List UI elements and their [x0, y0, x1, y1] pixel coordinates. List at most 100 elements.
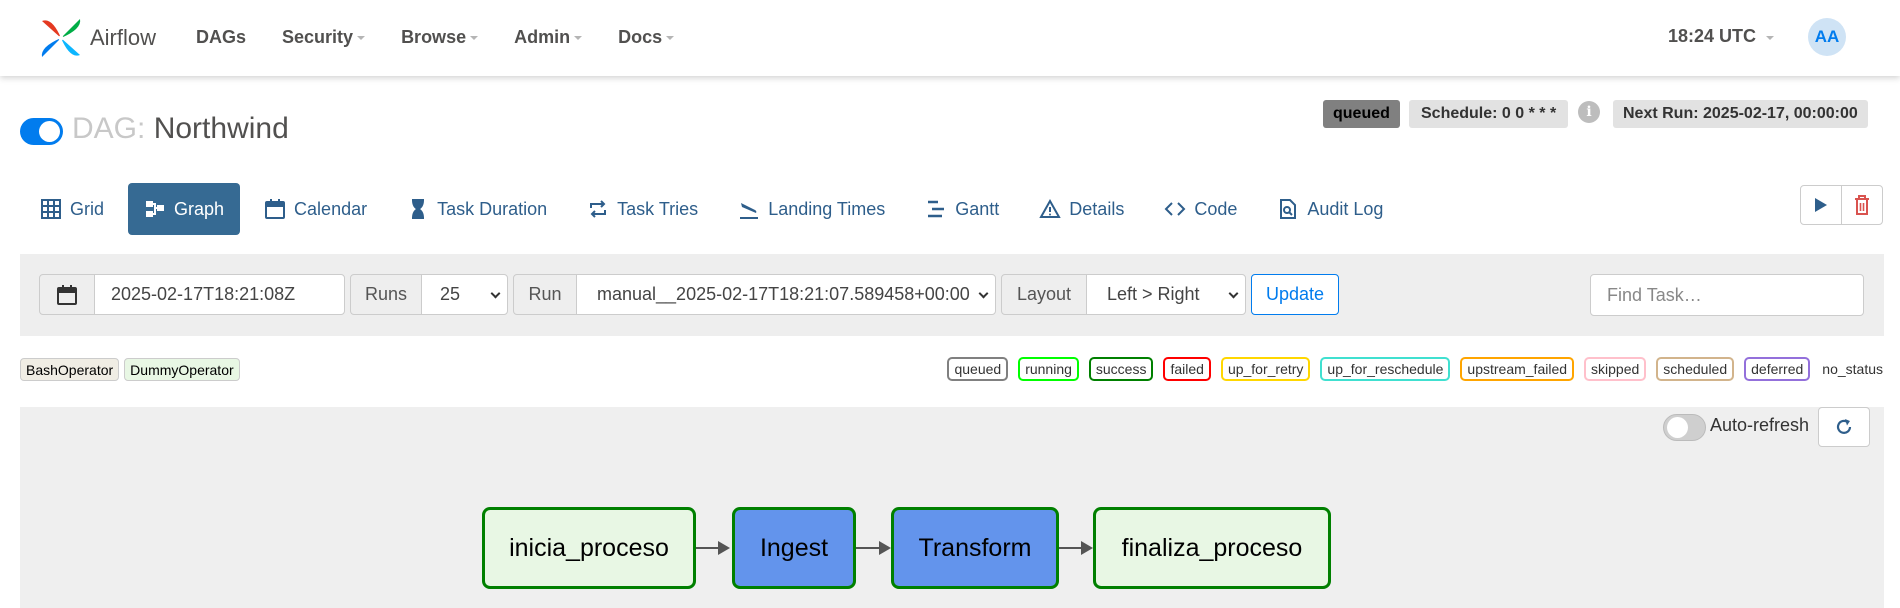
date-picker-button[interactable] — [39, 274, 95, 315]
layout-select[interactable]: Left > Right — [1086, 274, 1246, 315]
trigger-dag-button[interactable] — [1800, 185, 1842, 225]
state-queued[interactable]: queued — [947, 357, 1009, 381]
task-node-inicia-proceso[interactable]: inicia_proceso — [482, 507, 696, 589]
top-navbar: Airflow DAGs Security Browse Admin Docs … — [0, 0, 1900, 76]
nav-dags[interactable]: DAGs — [196, 27, 246, 48]
arrowhead-icon — [1081, 541, 1093, 555]
calendar-icon — [57, 284, 77, 305]
tab-code[interactable]: Code — [1148, 183, 1253, 235]
retry-icon — [590, 200, 607, 218]
state-up-for-retry[interactable]: up_for_retry — [1220, 357, 1311, 381]
nav-admin-label: Admin — [514, 26, 571, 47]
auto-refresh-label: Auto-refresh — [1710, 415, 1810, 435]
auto-refresh-toggle[interactable] — [1663, 414, 1706, 441]
state-no-status[interactable]: no_status — [1822, 361, 1883, 377]
tab-details[interactable]: Details — [1023, 183, 1140, 235]
warning-triangle-icon — [1039, 198, 1062, 218]
tab-task-tries[interactable]: Task Tries — [571, 183, 714, 235]
operator-legend: BashOperator DummyOperator — [20, 358, 245, 381]
arrowhead-icon — [718, 541, 730, 555]
timezone-dropdown[interactable]: 18:24 UTC — [1668, 26, 1775, 47]
tab-details-label: Details — [1069, 198, 1125, 219]
calendar-icon — [265, 199, 286, 219]
nav-browse[interactable]: Browse — [401, 26, 479, 48]
tab-task-duration[interactable]: Task Duration — [391, 183, 563, 235]
tab-grid-label: Grid — [70, 198, 105, 219]
delete-dag-button[interactable] — [1841, 185, 1883, 225]
dag-name[interactable]: Northwind — [154, 112, 289, 145]
update-button[interactable]: Update — [1251, 274, 1339, 315]
state-deferred[interactable]: deferred — [1744, 357, 1811, 381]
state-scheduled[interactable]: scheduled — [1656, 357, 1735, 381]
current-time: 18:24 UTC — [1668, 26, 1757, 46]
run-select[interactable]: manual__2025-02-17T18:21:07.589458+00:00 — [576, 274, 996, 315]
nav-docs[interactable]: Docs — [618, 27, 675, 48]
runs-select[interactable]: 25 — [421, 274, 508, 315]
plane-landing-icon — [740, 203, 759, 219]
caret-down-icon — [470, 36, 479, 40]
view-tabs: Grid Graph Calendar Task Duration Task T… — [24, 183, 1407, 235]
airflow-logo-icon — [41, 19, 81, 57]
tab-calendar-label: Calendar — [294, 198, 368, 219]
layout-select-value: Left > Right — [1107, 284, 1200, 304]
state-legend: queued running success failed up_for_ret… — [937, 357, 1883, 381]
nav-admin[interactable]: Admin — [514, 26, 583, 48]
brand[interactable]: Airflow — [36, 12, 156, 64]
dag-run-status-badge: queued — [1323, 100, 1400, 128]
tab-landing-times[interactable]: Landing Times — [722, 183, 901, 235]
state-success[interactable]: success — [1088, 357, 1154, 381]
caret-down-icon — [666, 36, 675, 40]
code-icon — [1164, 202, 1186, 216]
legend-dummy-operator: DummyOperator — [124, 358, 240, 381]
edge-ingest-transform — [856, 547, 880, 549]
gantt-icon — [928, 200, 945, 218]
graph-controls-bar: 2025-02-17T18:21:08Z Runs 25 Run manual_… — [20, 254, 1884, 336]
legend-bash-operator: BashOperator — [20, 358, 120, 381]
state-upstream-failed[interactable]: upstream_failed — [1460, 357, 1575, 381]
caret-down-icon — [574, 36, 583, 40]
chevron-down-icon — [978, 288, 989, 299]
play-icon — [1815, 198, 1827, 212]
tab-audit-log-label: Audit Log — [1307, 198, 1384, 219]
state-running[interactable]: running — [1018, 357, 1079, 381]
dag-title-prefix: DAG: — [72, 112, 146, 145]
toggle-knob — [39, 121, 60, 142]
state-skipped[interactable]: skipped — [1584, 357, 1647, 381]
caret-down-icon — [357, 36, 366, 40]
nav-browse-label: Browse — [401, 26, 467, 47]
refresh-button[interactable] — [1818, 407, 1870, 447]
user-avatar[interactable]: AA — [1808, 18, 1846, 56]
tab-gantt[interactable]: Gantt — [909, 183, 1015, 235]
tab-graph[interactable]: Graph — [128, 183, 241, 235]
file-search-icon — [1280, 199, 1297, 219]
tab-audit-log[interactable]: Audit Log — [1261, 183, 1399, 235]
caret-down-icon — [1766, 35, 1775, 40]
edge-inicia-ingest — [696, 547, 718, 549]
nav-security[interactable]: Security — [282, 26, 366, 48]
state-failed[interactable]: failed — [1163, 357, 1211, 381]
hourglass-icon — [412, 199, 425, 219]
dag-title: DAG: Northwind — [72, 112, 289, 146]
task-node-transform[interactable]: Transform — [891, 507, 1059, 589]
tab-code-label: Code — [1194, 198, 1238, 219]
nav-security-label: Security — [282, 26, 354, 47]
chevron-down-icon — [490, 288, 501, 299]
state-up-for-reschedule[interactable]: up_for_reschedule — [1320, 357, 1451, 381]
run-label: Run — [513, 274, 577, 315]
info-icon[interactable]: i — [1578, 101, 1600, 123]
base-date-input[interactable]: 2025-02-17T18:21:08Z — [94, 274, 345, 315]
grid-icon — [41, 199, 61, 219]
run-select-value: manual__2025-02-17T18:21:07.589458+00:00 — [597, 284, 970, 304]
schedule-badge[interactable]: Schedule: 0 0 * * * — [1409, 100, 1569, 128]
find-task-input[interactable]: Find Task… — [1590, 274, 1864, 316]
edge-transform-finaliza — [1059, 547, 1083, 549]
dag-pause-toggle[interactable] — [20, 118, 63, 145]
arrowhead-icon — [879, 541, 891, 555]
tab-calendar[interactable]: Calendar — [248, 183, 383, 235]
task-node-finaliza-proceso[interactable]: finaliza_proceso — [1093, 507, 1331, 589]
dag-graph-panel: Auto-refresh inicia_proceso Ingest Trans… — [20, 407, 1884, 608]
task-node-ingest[interactable]: Ingest — [732, 507, 856, 589]
tab-grid[interactable]: Grid — [24, 183, 120, 235]
tab-task-tries-label: Task Tries — [617, 198, 699, 219]
nav-dags-label: DAGs — [196, 26, 247, 47]
